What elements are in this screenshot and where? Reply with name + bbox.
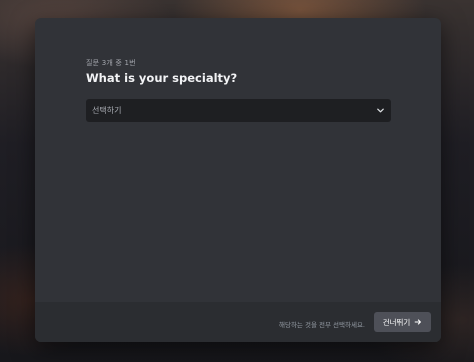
modal-footer: 해당하는 것을 전부 선택하세요. 건너뛰기 bbox=[35, 302, 441, 342]
arrow-right-icon bbox=[414, 319, 422, 325]
question-progress: 질문 3개 중 1번 bbox=[86, 59, 136, 67]
skip-button[interactable]: 건너뛰기 bbox=[374, 312, 431, 332]
chevron-down-icon bbox=[377, 108, 384, 113]
question-title: What is your specialty? bbox=[86, 71, 238, 85]
selection-hint: 해당하는 것을 전부 선택하세요. bbox=[278, 321, 365, 329]
onboarding-modal: 질문 3개 중 1번 What is your specialty? 선택하기 … bbox=[35, 18, 441, 342]
select-placeholder: 선택하기 bbox=[92, 106, 122, 115]
skip-button-label: 건너뛰기 bbox=[382, 317, 411, 327]
specialty-select[interactable]: 선택하기 bbox=[86, 99, 391, 122]
